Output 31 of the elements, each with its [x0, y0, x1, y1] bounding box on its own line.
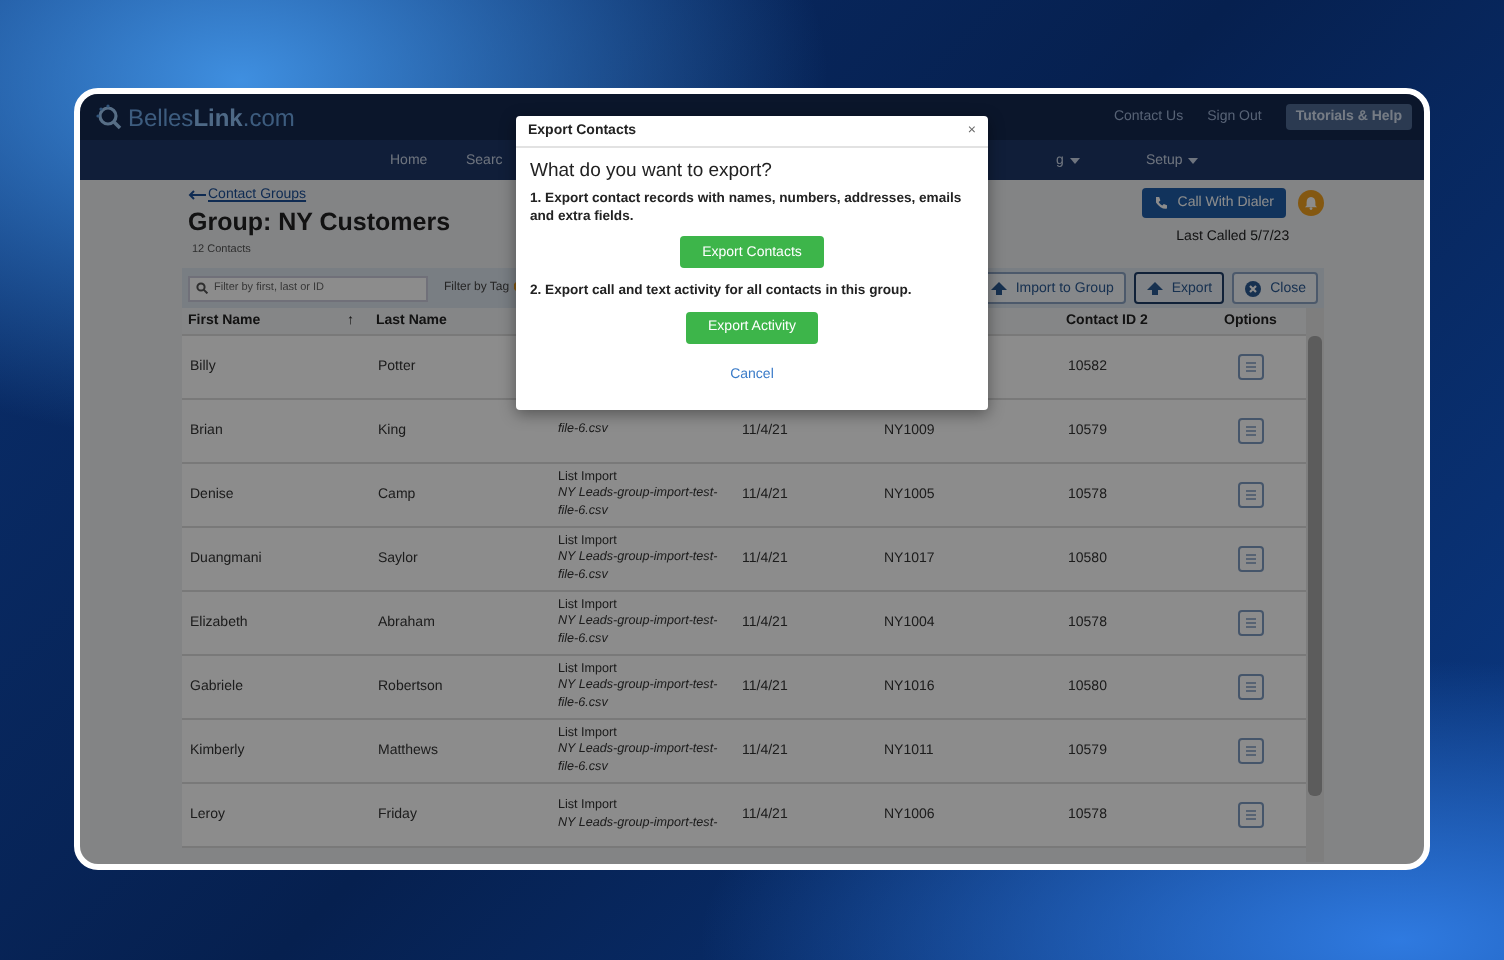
- options-button[interactable]: [1238, 354, 1264, 380]
- upload-icon: [989, 279, 1008, 297]
- menu-icon: [1246, 810, 1256, 820]
- menu-icon: [1246, 554, 1256, 564]
- magnifier-logo-icon: [96, 104, 122, 130]
- options-button[interactable]: [1238, 738, 1264, 764]
- caret-icon: [1188, 157, 1199, 163]
- scrollbar-thumb[interactable]: [1308, 336, 1322, 796]
- left-arrow-icon: [188, 190, 206, 200]
- options-button[interactable]: [1238, 546, 1264, 572]
- bell-icon: [1304, 196, 1318, 210]
- options-button[interactable]: [1238, 482, 1264, 508]
- group-title: Group: NY Customers: [188, 208, 451, 236]
- options-button[interactable]: [1238, 802, 1264, 828]
- menu-icon: [1246, 618, 1256, 628]
- menu-icon: [1246, 362, 1256, 372]
- search-icon: [196, 282, 208, 294]
- menu-icon: [1246, 682, 1256, 692]
- menu-icon: [1246, 746, 1256, 756]
- options-button[interactable]: [1238, 418, 1264, 444]
- logo-text[interactable]: BellesLink.com: [128, 103, 295, 131]
- menu-icon: [1246, 490, 1256, 500]
- close-icon: [1244, 279, 1263, 297]
- options-button[interactable]: [1238, 674, 1264, 700]
- menu-icon: [1246, 426, 1256, 436]
- phone-icon: [1153, 196, 1168, 210]
- modal-question: What do you want to export?: [530, 160, 774, 182]
- notification-button[interactable]: [1298, 190, 1324, 216]
- caret-icon: [1069, 157, 1080, 163]
- upload-icon: [1145, 279, 1164, 297]
- options-button[interactable]: [1238, 610, 1264, 636]
